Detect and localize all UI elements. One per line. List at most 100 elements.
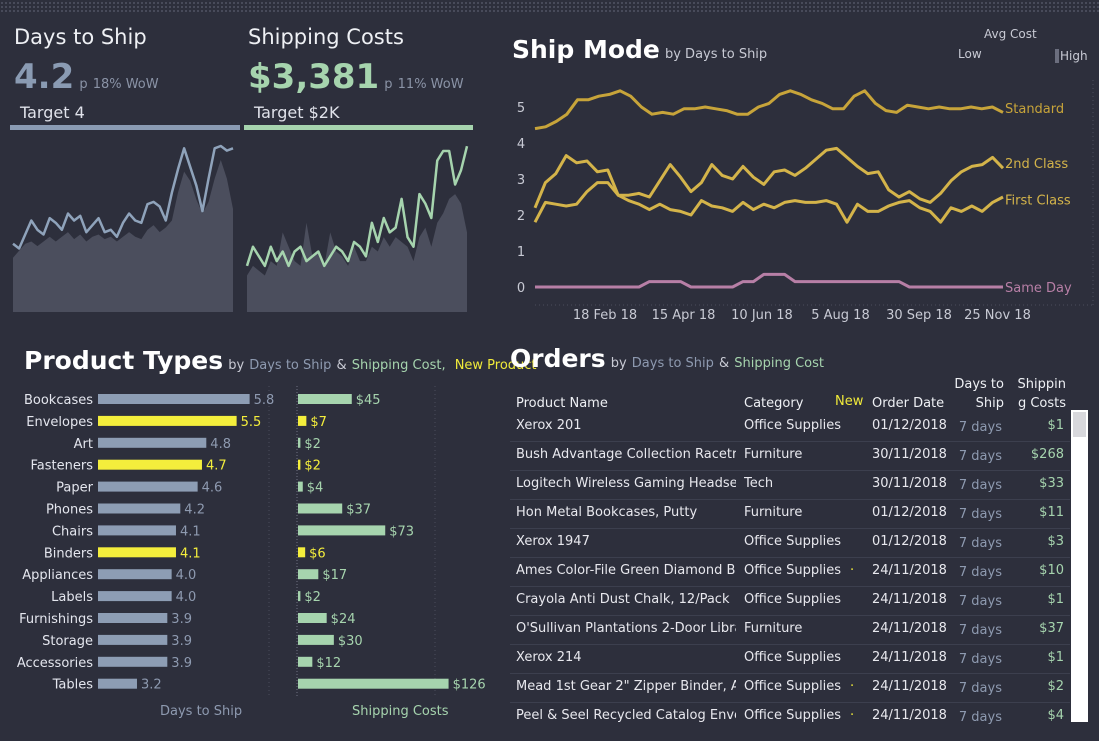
cost-bar-label: $30 [338,634,363,649]
series-label: Same Day [1005,281,1072,296]
orders-scrollbar-thumb[interactable] [1073,412,1086,437]
col-header-category[interactable]: Category [744,396,803,411]
table-row[interactable]: Peel & Seel Recycled Catalog Envel.. Offi… [510,702,1070,725]
shipmode-title: Ship Mode [512,35,660,64]
days-bar[interactable] [98,547,176,558]
order-category-cell: Office Supplies [744,650,842,665]
order-product-cell: Hon Metal Bookcases, Putty [516,505,698,520]
days-bar[interactable] [98,394,250,404]
table-row[interactable]: Hon Metal Bookcases, Putty Furniture 01/12… [510,499,1070,529]
legend-gradient-swatch [1055,49,1059,63]
orders-cost-legend: Shipping Cost [734,356,824,371]
days-bar[interactable] [98,569,172,580]
order-date-cell: 30/11/2018 [872,476,947,491]
col-header-cost-line1[interactable]: Shippin [1010,377,1066,392]
order-date-cell: 24/11/2018 [872,708,947,723]
col-header-date[interactable]: Order Date [872,396,944,411]
table-row[interactable]: O'Sullivan Plantations 2-Door Libra.. Fur… [510,615,1070,645]
table-row[interactable]: Mead 1st Gear 2" Zipper Binder, A.. Offic… [510,673,1070,703]
cost-bar[interactable] [298,437,301,448]
shipmode-subtitle: by Days to Ship [664,47,768,62]
days-bar[interactable] [98,634,168,645]
table-row[interactable]: Logitech Wireless Gaming Headset.. Tech 30… [510,470,1070,500]
kpi-cost-target: Target $2K [254,103,340,122]
order-days-cell: 7 days [958,420,1002,435]
table-row[interactable]: Xerox 214 Office Supplies 24/11/2018 7 days… [510,644,1070,674]
category-label: Envelopes [26,415,93,430]
order-category-cell: Office Supplies [744,563,842,578]
orders-scrollbar[interactable] [1071,410,1088,722]
cost-bar[interactable] [298,634,334,645]
days-bar-label: 4.1 [180,546,201,561]
order-category-cell: Office Supplies [744,418,842,433]
days-bar[interactable] [98,678,137,689]
shipmode-header: Ship Mode by Days to Ship [512,35,767,64]
col-header-days-line2[interactable]: Ship [954,396,1004,411]
order-category-cell: Tech [744,476,774,491]
days-bar[interactable] [98,437,207,448]
cost-sparkline-chart [245,145,469,312]
days-bar[interactable] [98,481,198,492]
table-row[interactable]: Crayola Anti Dust Chalk, 12/Pack Office S… [510,586,1070,616]
product-types-header: Product Types by Days to Ship & Shipping… [24,346,537,375]
table-row[interactable]: Ames Color-File Green Diamond Bo.. Office… [510,557,1070,587]
cost-bar-label: $45 [356,393,381,408]
cost-bar[interactable] [298,459,301,470]
cost-bar[interactable] [298,569,319,580]
order-date-cell: 01/12/2018 [872,534,947,549]
cost-bar[interactable] [298,678,449,689]
category-label: Binders [44,546,93,561]
days-bar[interactable] [98,613,168,623]
order-date-cell: 01/12/2018 [872,505,947,520]
order-cost-cell: $10 [1039,563,1064,578]
col-header-new[interactable]: New [835,394,863,409]
col-header-product[interactable]: Product Name [516,396,608,411]
order-category-cell: Office Supplies [744,679,842,694]
product-types-title: Product Types [24,346,224,375]
cost-bar[interactable] [298,481,303,492]
kpi-days-value: 4.2 [14,57,75,97]
y-tick-label: 2 [517,209,525,224]
cost-bar[interactable] [298,547,306,558]
cost-bar[interactable] [298,415,307,426]
days-bar[interactable] [98,415,237,426]
order-date-cell: 24/11/2018 [872,592,947,607]
days-bar-label: 3.2 [141,678,162,693]
order-category-cell: Furniture [744,621,803,636]
cost-bar[interactable] [298,525,386,536]
days-bar[interactable] [98,591,172,602]
cost-bar[interactable] [298,394,352,404]
series-label: First Class [1005,194,1071,209]
cost-bar[interactable] [298,656,313,667]
table-row[interactable]: Xerox 201 Office Supplies 01/12/2018 7 days… [510,412,1070,442]
order-date-cell: 24/11/2018 [872,679,947,694]
cost-bar-label: $24 [331,612,356,627]
table-row[interactable]: Bush Advantage Collection Racetra.. Furni… [510,441,1070,471]
days-bar[interactable] [98,459,202,470]
days-bar-label: 4.8 [210,437,231,452]
series-line-standard [534,89,1004,131]
y-tick-label: 0 [517,281,525,296]
days-bar-label: 5.5 [241,415,262,430]
cost-bar[interactable] [298,503,343,514]
col-header-cost-line2[interactable]: g Costs [1010,396,1066,411]
order-days-cell: 7 days [958,478,1002,493]
category-label: Accessories [17,656,93,671]
y-tick-label: 4 [517,137,525,152]
x-tick-label: 25 Nov 18 [964,308,1031,323]
order-date-cell: 24/11/2018 [872,621,947,636]
product-types-amp: & [336,358,347,373]
days-bar[interactable] [98,525,176,536]
days-bar-label: 3.9 [171,612,192,627]
cost-bar[interactable] [298,613,327,623]
order-cost-cell: $1 [1047,592,1064,607]
order-cost-cell: $11 [1039,505,1064,520]
table-row[interactable]: Xerox 1947 Office Supplies 01/12/2018 7 day… [510,528,1070,558]
days-bar[interactable] [98,656,168,667]
col-header-days-line1[interactable]: Days to [954,377,1004,392]
days-bar-label: 4.0 [176,590,197,605]
days-bar[interactable] [98,503,181,514]
y-tick-label: 5 [517,101,525,116]
cost-bar[interactable] [298,591,301,602]
cost-bar-label: $7 [310,415,327,430]
